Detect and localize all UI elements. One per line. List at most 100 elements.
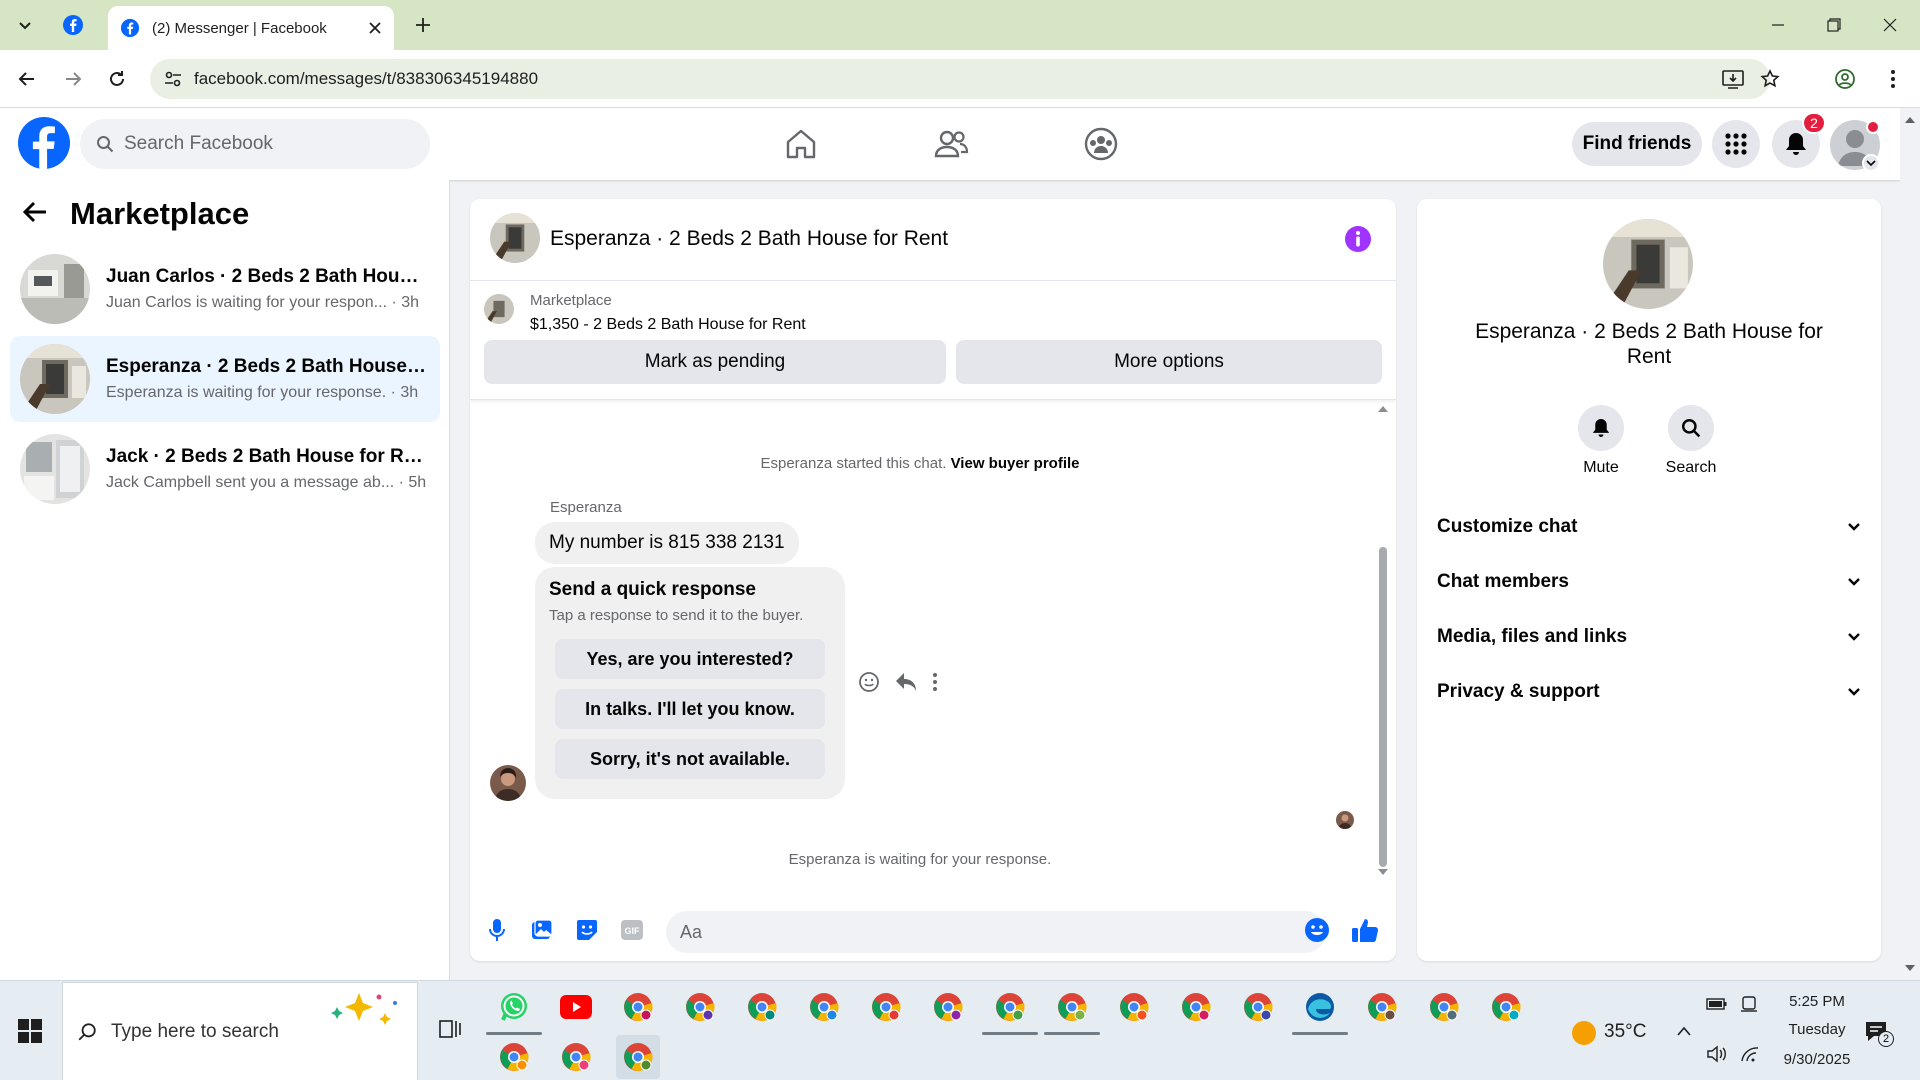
close-tab-icon[interactable] bbox=[368, 21, 382, 35]
youtube-taskbar-icon[interactable] bbox=[554, 985, 598, 1029]
install-app-icon[interactable] bbox=[1722, 69, 1744, 89]
mute-action[interactable]: Mute bbox=[1561, 405, 1641, 477]
conversation-item[interactable]: Juan Carlos · 2 Beds 2 Bath House ... Ju… bbox=[10, 246, 440, 332]
chat-avatar[interactable] bbox=[490, 213, 540, 263]
search-icon[interactable] bbox=[1668, 405, 1714, 451]
thumbs-up-icon[interactable] bbox=[1350, 915, 1380, 945]
chrome-profile-taskbar-icon[interactable] bbox=[1112, 985, 1156, 1029]
show-hidden-icons-chevron-icon[interactable] bbox=[1676, 1025, 1692, 1037]
back-arrow-icon[interactable] bbox=[22, 200, 48, 224]
close-window-icon[interactable] bbox=[1868, 10, 1912, 40]
back-arrow-icon[interactable] bbox=[12, 64, 42, 94]
section-label: Customize chat bbox=[1437, 516, 1578, 537]
details-avatar[interactable] bbox=[1603, 219, 1693, 309]
search-action[interactable]: Search bbox=[1651, 405, 1731, 477]
chrome-profile-taskbar-icon[interactable] bbox=[492, 1035, 536, 1079]
emoji-icon[interactable] bbox=[1302, 915, 1332, 945]
chat-members-section[interactable]: Chat members bbox=[1437, 560, 1861, 604]
chrome-profile-taskbar-icon[interactable] bbox=[982, 985, 1038, 1035]
task-view-icon[interactable] bbox=[428, 1007, 472, 1051]
message-input[interactable] bbox=[666, 911, 1326, 953]
weather-temperature[interactable]: 35°C bbox=[1604, 1021, 1646, 1043]
battery-icon[interactable] bbox=[1706, 997, 1728, 1011]
react-smiley-icon[interactable] bbox=[858, 671, 880, 693]
notification-center-icon[interactable]: 2 bbox=[1864, 1019, 1894, 1047]
chrome-profile-taskbar-icon[interactable] bbox=[554, 1035, 598, 1079]
whatsapp-taskbar-icon[interactable] bbox=[486, 985, 542, 1035]
reload-icon[interactable] bbox=[102, 64, 132, 94]
quick-response-button[interactable]: Yes, are you interested? bbox=[555, 639, 825, 679]
volume-icon[interactable] bbox=[1706, 1045, 1728, 1063]
clock-day[interactable]: Tuesday bbox=[1762, 1021, 1872, 1038]
weather-sun-icon[interactable] bbox=[1572, 1021, 1596, 1045]
sticker-icon[interactable] bbox=[572, 915, 602, 945]
quick-response-button[interactable]: In talks. I'll let you know. bbox=[555, 689, 825, 729]
page-scrollbar[interactable] bbox=[1900, 108, 1920, 980]
microphone-icon[interactable] bbox=[482, 915, 512, 945]
windows-start-icon[interactable] bbox=[18, 1019, 42, 1043]
chrome-profile-taskbar-icon[interactable] bbox=[1422, 985, 1466, 1029]
customize-chat-section[interactable]: Customize chat bbox=[1437, 505, 1861, 549]
clock-date[interactable]: 9/30/2025 bbox=[1762, 1051, 1872, 1068]
privacy-support-section[interactable]: Privacy & support bbox=[1437, 670, 1861, 714]
chrome-profile-taskbar-icon[interactable] bbox=[1360, 985, 1404, 1029]
chat-title[interactable]: Esperanza · 2 Beds 2 Bath House for Rent bbox=[550, 227, 948, 251]
groups-icon[interactable] bbox=[1071, 122, 1131, 166]
profile-icon[interactable] bbox=[1830, 64, 1860, 94]
facebook-logo-icon[interactable] bbox=[18, 117, 70, 169]
account-chevron-icon[interactable] bbox=[1862, 154, 1880, 172]
active-tab[interactable]: (2) Messenger | Facebook bbox=[108, 6, 394, 50]
chrome-profile-taskbar-icon[interactable] bbox=[926, 985, 970, 1029]
chrome-active-taskbar-icon[interactable] bbox=[616, 1035, 660, 1079]
windows-taskbar: Type here to search 35°C 5:25 PM Tuesday… bbox=[0, 980, 1920, 1080]
conversation-info-icon[interactable] bbox=[1344, 225, 1372, 253]
minimize-window-icon[interactable] bbox=[1756, 10, 1800, 40]
listing-price[interactable]: $1,350 - 2 Beds 2 Bath House for Rent bbox=[530, 316, 806, 334]
view-buyer-profile-link[interactable]: View buyer profile bbox=[951, 455, 1080, 472]
restore-window-icon[interactable] bbox=[1812, 10, 1856, 40]
friends-icon[interactable] bbox=[921, 122, 981, 166]
clock-time[interactable]: 5:25 PM bbox=[1762, 993, 1872, 1010]
bell-icon[interactable] bbox=[1578, 405, 1624, 451]
chrome-profile-taskbar-icon[interactable] bbox=[678, 985, 722, 1029]
chrome-profile-taskbar-icon[interactable] bbox=[802, 985, 846, 1029]
facebook-search-input[interactable]: Search Facebook bbox=[80, 119, 430, 169]
menu-grid-icon[interactable] bbox=[1712, 120, 1760, 168]
forward-arrow-icon[interactable] bbox=[58, 64, 88, 94]
bookmark-star-icon[interactable] bbox=[1760, 69, 1780, 89]
device-icon[interactable] bbox=[1740, 995, 1758, 1013]
sender-avatar[interactable] bbox=[490, 765, 526, 801]
media-files-links-section[interactable]: Media, files and links bbox=[1437, 615, 1861, 659]
conversation-item[interactable]: Jack · 2 Beds 2 Bath House for Rent Jack… bbox=[10, 426, 440, 512]
wifi-icon[interactable] bbox=[1740, 1045, 1760, 1063]
chat-scroll-down-icon[interactable] bbox=[1377, 868, 1389, 876]
mark-as-pending-button[interactable]: Mark as pending bbox=[484, 340, 946, 384]
edge-taskbar-icon[interactable] bbox=[1292, 985, 1348, 1035]
more-vertical-icon[interactable] bbox=[932, 672, 938, 692]
home-icon[interactable] bbox=[771, 122, 831, 166]
new-tab-plus-icon[interactable] bbox=[408, 10, 438, 40]
chrome-profile-taskbar-icon[interactable] bbox=[1044, 985, 1100, 1035]
site-info-icon[interactable] bbox=[164, 70, 182, 88]
tab-search-chevron-icon[interactable] bbox=[10, 10, 40, 40]
chrome-profile-taskbar-icon[interactable] bbox=[864, 985, 908, 1029]
address-bar[interactable]: facebook.com/messages/t/838306345194880 bbox=[150, 59, 1780, 99]
conversation-item-active[interactable]: Esperanza · 2 Beds 2 Bath House f... Esp… bbox=[10, 336, 440, 422]
chrome-profile-taskbar-icon[interactable] bbox=[1236, 985, 1280, 1029]
taskbar-search-input[interactable]: Type here to search bbox=[62, 982, 418, 1080]
gif-icon[interactable]: GIF bbox=[617, 915, 647, 945]
chrome-profile-taskbar-icon[interactable] bbox=[1484, 985, 1528, 1029]
photo-attach-icon[interactable] bbox=[527, 915, 557, 945]
browser-menu-icon[interactable] bbox=[1878, 64, 1908, 94]
message-bubble[interactable]: My number is 815 338 2131 bbox=[535, 522, 799, 564]
chrome-profile-taskbar-icon[interactable] bbox=[616, 985, 660, 1029]
quick-response-button[interactable]: Sorry, it's not available. bbox=[555, 739, 825, 779]
find-friends-button[interactable]: Find friends bbox=[1572, 122, 1702, 166]
chat-scroll-thumb[interactable] bbox=[1379, 547, 1387, 867]
more-options-button[interactable]: More options bbox=[956, 340, 1382, 384]
chat-scrollbar[interactable] bbox=[1376, 405, 1390, 875]
reply-arrow-icon[interactable] bbox=[894, 671, 918, 693]
chrome-profile-taskbar-icon[interactable] bbox=[740, 985, 784, 1029]
chrome-profile-taskbar-icon[interactable] bbox=[1174, 985, 1218, 1029]
pinned-facebook-tab-icon[interactable] bbox=[58, 10, 88, 40]
